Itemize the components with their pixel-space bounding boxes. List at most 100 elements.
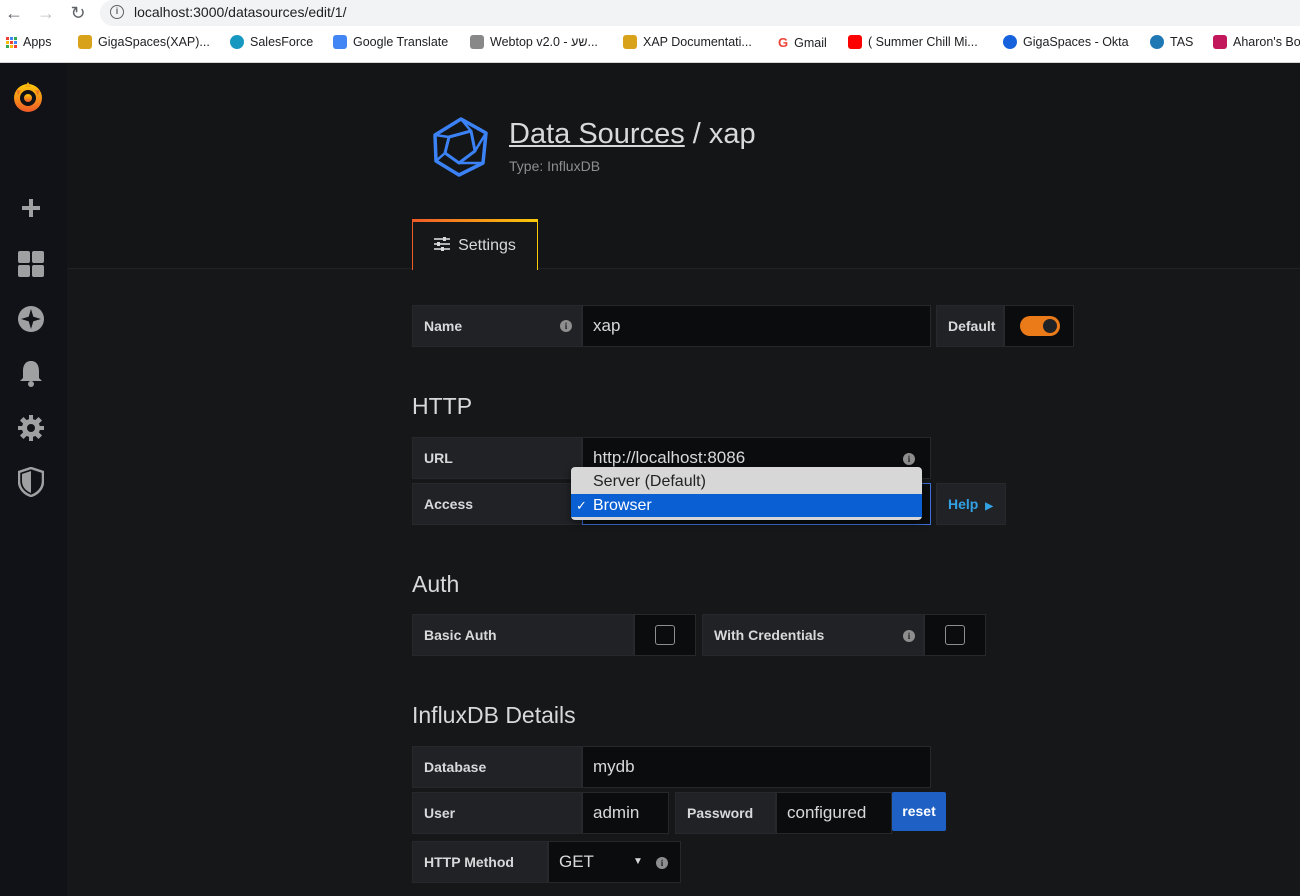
url-value: http://localhost:8086 — [593, 448, 746, 467]
info-icon[interactable]: i — [656, 857, 668, 869]
bookmark-label: XAP Documentati... — [643, 35, 752, 49]
name-input[interactable]: xap — [582, 305, 931, 347]
default-toggle[interactable] — [1020, 316, 1060, 336]
with-credentials-checkbox[interactable] — [945, 625, 965, 645]
bookmark-gigaspaces-xap[interactable]: GigaSpaces(XAP)... — [78, 35, 210, 49]
breadcrumb-data-sources-link[interactable]: Data Sources — [509, 118, 685, 150]
bookmark-favicon-icon — [1213, 35, 1227, 49]
youtube-icon — [848, 35, 862, 49]
name-label: Name i — [412, 305, 582, 347]
forward-icon[interactable]: → — [36, 3, 56, 23]
bookmark-google-translate[interactable]: Google Translate — [333, 35, 448, 49]
access-option-server[interactable]: Server (Default) — [571, 470, 922, 493]
http-section-title: HTTP — [412, 393, 473, 419]
bookmark-salesforce[interactable]: SalesForce — [230, 35, 313, 49]
influxdb-details-title: InfluxDB Details — [412, 702, 576, 728]
add-icon[interactable] — [16, 193, 46, 223]
access-option-browser-label: Browser — [593, 497, 652, 514]
bookmark-label: Apps — [23, 35, 52, 49]
http-method-label: HTTP Method — [412, 841, 548, 883]
browser-chrome: ← → ↻ i localhost:3000/datasources/edit/… — [0, 0, 1300, 63]
with-credentials-checkbox-container — [924, 614, 986, 656]
reset-button[interactable]: reset — [892, 792, 946, 831]
webtop-icon — [470, 35, 484, 49]
okta-icon — [1003, 35, 1017, 49]
sidebar — [0, 63, 67, 896]
bookmark-favicon-icon — [623, 35, 637, 49]
bookmark-aharon[interactable]: Aharon's Bo — [1213, 35, 1300, 49]
bookmarks-bar: Apps GigaSpaces(XAP)... SalesForce Googl… — [0, 33, 1300, 55]
bookmark-label: Gmail — [794, 35, 827, 50]
caret-right-icon: ▶ — [985, 501, 993, 512]
bookmark-label: Webtop v2.0 - שע... — [490, 35, 598, 49]
salesforce-cloud-icon — [230, 35, 244, 49]
bookmark-xap-docs[interactable]: XAP Documentati... — [623, 35, 752, 49]
basic-auth-label: Basic Auth — [412, 614, 634, 656]
http-method-select[interactable]: GET ▼ i — [548, 841, 681, 883]
bookmark-tas[interactable]: TAS — [1150, 35, 1193, 49]
site-info-icon[interactable]: i — [110, 5, 124, 19]
breadcrumb-separator: / — [692, 118, 701, 150]
alerting-bell-icon[interactable] — [16, 358, 46, 388]
bookmark-label: GigaSpaces - Okta — [1023, 35, 1129, 49]
bookmark-webtop[interactable]: Webtop v2.0 - שע... — [470, 35, 598, 49]
database-label: Database — [412, 746, 582, 788]
grafana-logo-icon[interactable] — [10, 80, 46, 116]
bookmark-label: SalesForce — [250, 35, 314, 49]
datasource-type: Type: InfluxDB — [509, 158, 601, 174]
with-credentials-label: With Credentials i — [702, 614, 924, 656]
default-toggle-container — [1004, 305, 1074, 347]
bookmark-label: TAS — [1170, 35, 1194, 49]
bookmark-label: Google Translate — [353, 35, 449, 49]
translate-icon — [333, 35, 347, 49]
bookmark-label: Aharon's Bo — [1233, 35, 1300, 49]
back-icon[interactable]: ← — [4, 3, 24, 23]
page-header: Data Sources / xap Type: InfluxDB Settin… — [67, 63, 1300, 270]
password-label: Password — [675, 792, 776, 834]
info-icon[interactable]: i — [560, 320, 572, 332]
help-label: Help — [948, 496, 979, 512]
configuration-gear-icon[interactable] — [16, 413, 46, 443]
info-icon[interactable]: i — [903, 453, 915, 465]
bookmark-gmail[interactable]: G Gmail — [778, 35, 827, 50]
bookmark-favicon-icon — [78, 35, 92, 49]
bookmark-youtube[interactable]: ( Summer Chill Mi... — [848, 35, 978, 49]
auth-section-title: Auth — [412, 571, 460, 597]
explore-icon[interactable] — [16, 304, 46, 334]
sliders-icon — [434, 236, 451, 256]
datasource-name-title: xap — [708, 118, 756, 150]
influxdb-logo-icon — [429, 115, 493, 184]
default-label: Default — [936, 305, 1004, 347]
google-g-icon: G — [778, 35, 789, 50]
address-text[interactable]: localhost:3000/datasources/edit/1/ — [134, 4, 346, 20]
tab-settings-label: Settings — [458, 237, 516, 254]
http-method-value: GET — [559, 852, 594, 871]
basic-auth-checkbox[interactable] — [655, 625, 675, 645]
bookmark-label: ( Summer Chill Mi... — [868, 35, 978, 49]
apps-grid-icon — [6, 36, 17, 48]
password-input[interactable]: configured — [776, 792, 892, 834]
address-bar[interactable]: i localhost:3000/datasources/edit/1/ — [100, 0, 1300, 26]
help-button[interactable]: Help ▶ — [936, 483, 1006, 525]
user-label: User — [412, 792, 582, 834]
user-input[interactable]: admin — [582, 792, 669, 834]
reload-icon[interactable]: ↻ — [68, 3, 88, 23]
dashboards-icon[interactable] — [16, 249, 46, 279]
name-label-text: Name — [424, 318, 463, 334]
shield-icon[interactable] — [16, 467, 46, 497]
caret-down-icon: ▼ — [633, 856, 643, 867]
access-option-browser[interactable]: ✓ Browser — [571, 494, 922, 517]
toggle-knob — [1043, 319, 1057, 333]
bookmark-apps[interactable]: Apps — [6, 35, 52, 49]
info-icon[interactable]: i — [903, 630, 915, 642]
access-dropdown-menu: Server (Default) ✓ Browser — [571, 467, 922, 520]
url-label: URL — [412, 437, 582, 479]
tab-settings[interactable]: Settings — [412, 219, 538, 270]
with-credentials-label-text: With Credentials — [714, 627, 825, 643]
tas-icon — [1150, 35, 1164, 49]
checkmark-icon: ✓ — [576, 498, 587, 513]
page-title: Data Sources / xap — [509, 118, 756, 151]
bookmark-okta[interactable]: GigaSpaces - Okta — [1003, 35, 1129, 49]
database-input[interactable]: mydb — [582, 746, 931, 788]
bookmark-label: GigaSpaces(XAP)... — [98, 35, 210, 49]
